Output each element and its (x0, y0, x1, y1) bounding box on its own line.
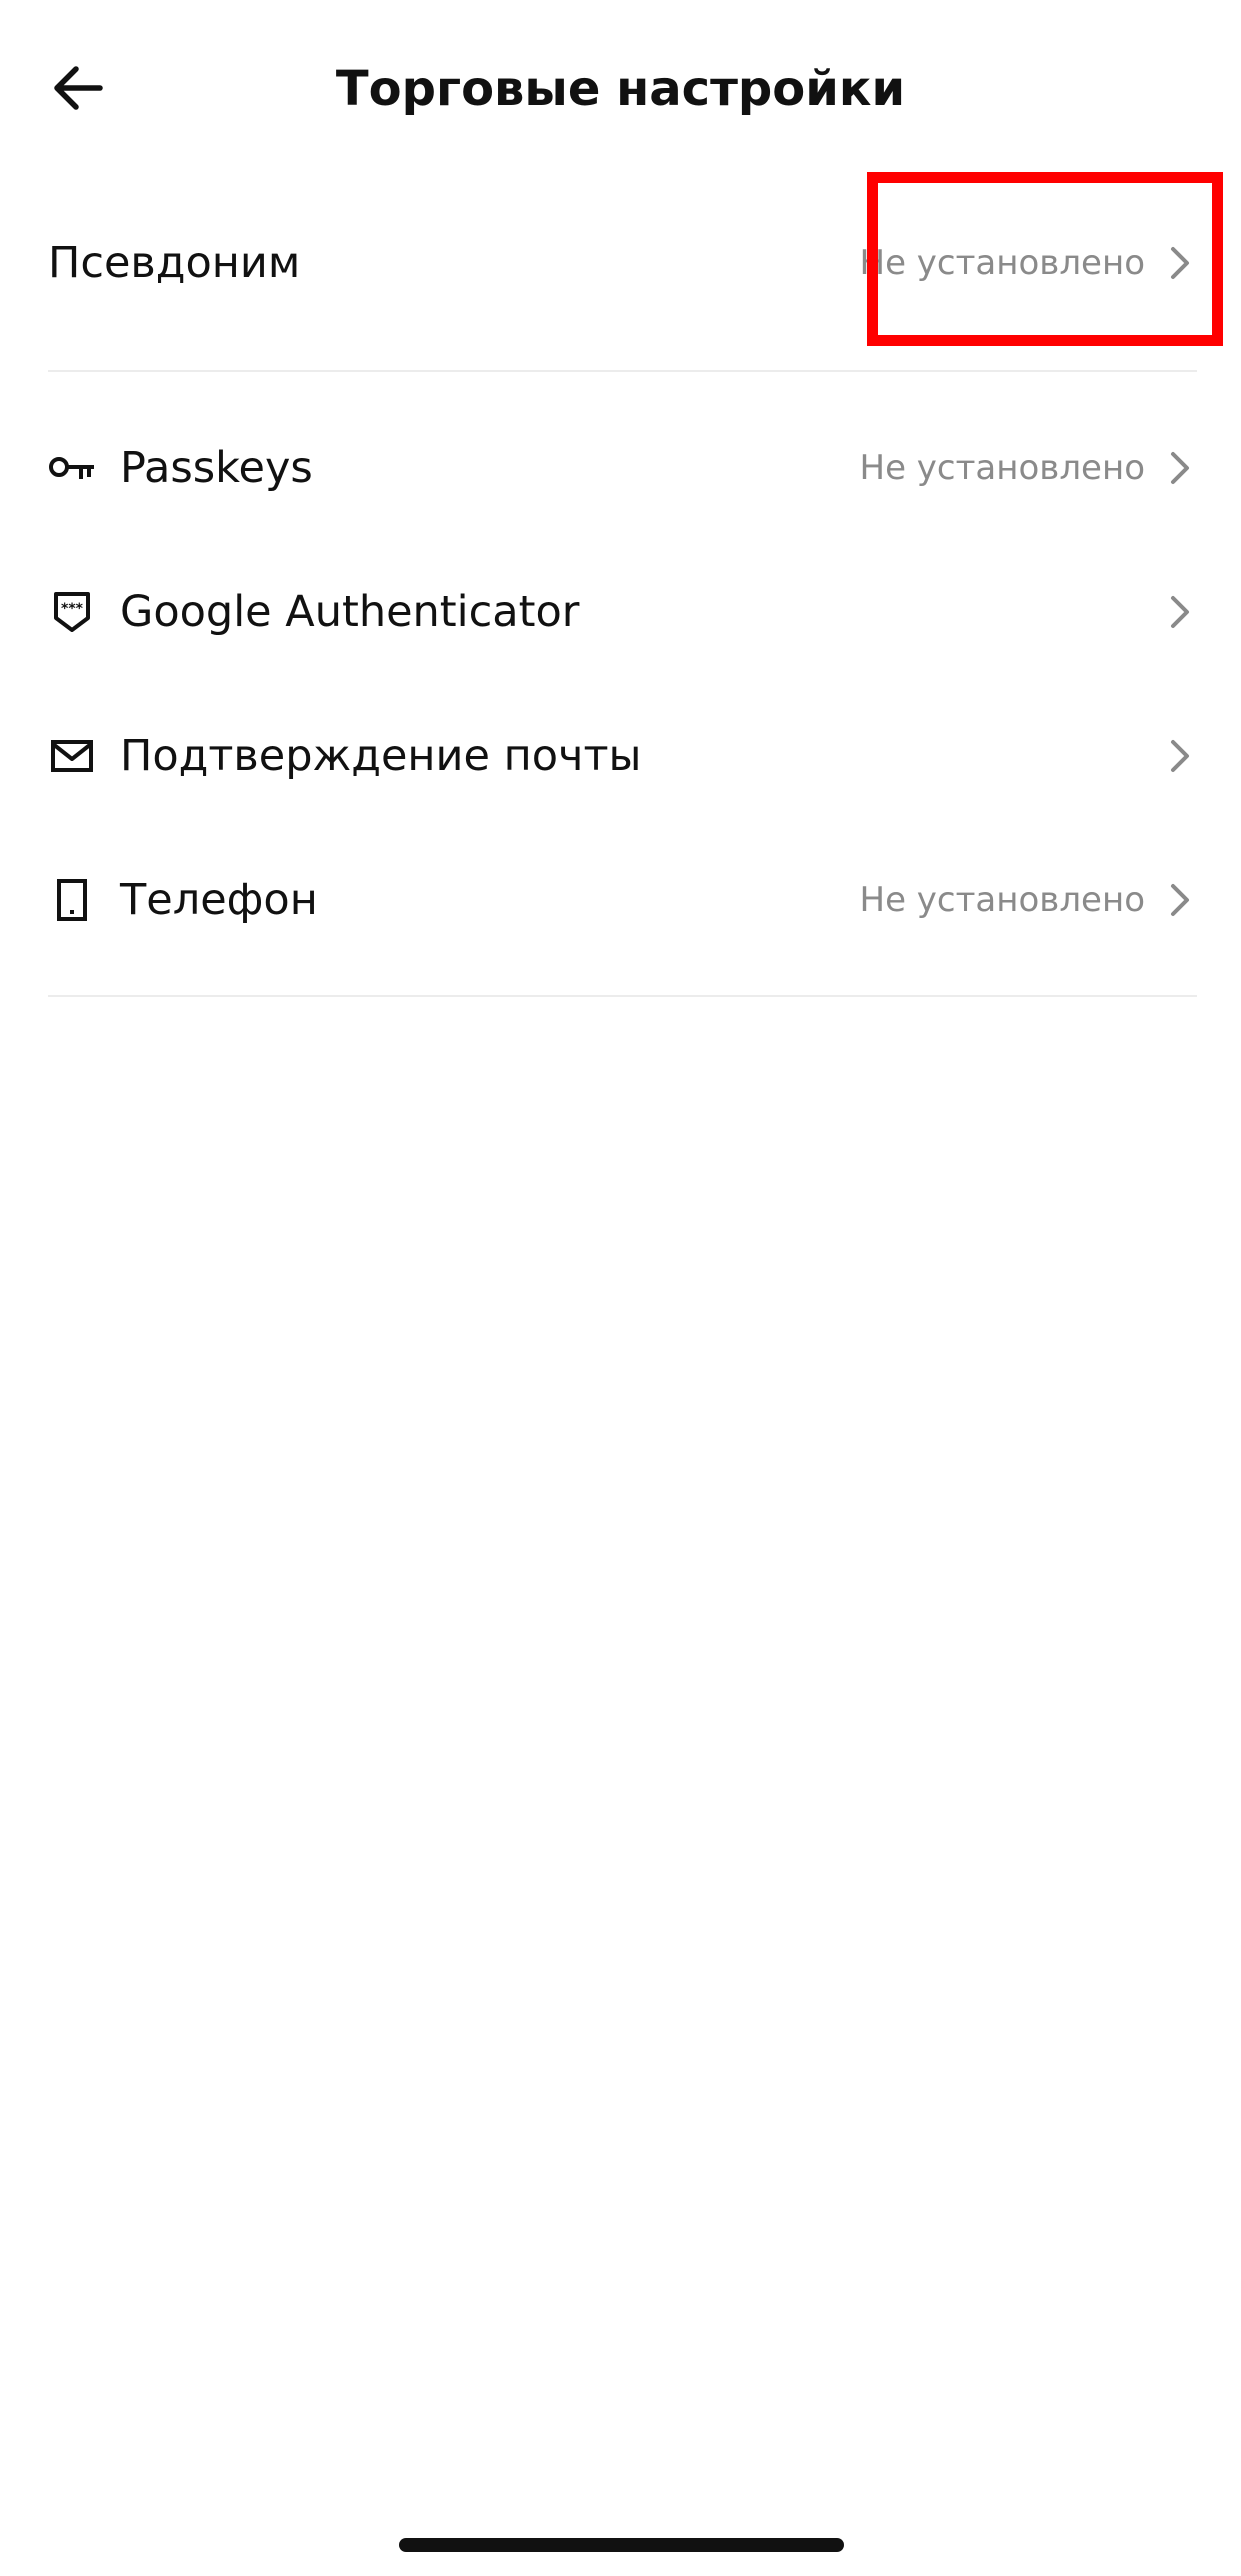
phone-icon (48, 876, 96, 924)
phone-label: Телефон (120, 875, 318, 925)
divider (48, 370, 1197, 372)
passkeys-label: Passkeys (120, 443, 313, 493)
google-authenticator-label: Google Authenticator (120, 587, 580, 637)
nickname-value: Не установлено (859, 243, 1146, 283)
shield-password-icon: *** (48, 588, 96, 636)
chevron-right-icon (1163, 588, 1197, 636)
chevron-right-icon (1163, 732, 1197, 780)
google-authenticator-row[interactable]: *** Google Authenticator (48, 575, 1197, 649)
header: Торговые настройки (0, 0, 1241, 176)
email-confirmation-right (1163, 732, 1197, 780)
divider (48, 995, 1197, 997)
passkeys-value: Не установлено (859, 448, 1146, 488)
envelope-icon (48, 732, 96, 780)
nickname-label: Псевдоним (48, 238, 301, 288)
passkeys-right: Не установлено (860, 444, 1198, 492)
google-authenticator-right (1163, 588, 1197, 636)
email-confirmation-row[interactable]: Подтверждение почты (48, 719, 1197, 793)
key-icon (48, 444, 96, 492)
home-indicator (399, 2538, 844, 2552)
phone-right: Не установлено (860, 876, 1198, 924)
nickname-row[interactable]: Псевдоним Не установлено (48, 226, 1197, 300)
chevron-right-icon (1163, 239, 1197, 287)
svg-text:***: *** (61, 601, 84, 617)
phone-value: Не установлено (859, 880, 1146, 920)
email-confirmation-label: Подтверждение почты (120, 731, 642, 781)
chevron-right-icon (1163, 876, 1197, 924)
phone-row[interactable]: Телефон Не установлено (48, 863, 1197, 937)
chevron-right-icon (1163, 444, 1197, 492)
passkeys-row[interactable]: Passkeys Не установлено (48, 431, 1197, 505)
nickname-right: Не установлено (860, 239, 1198, 287)
page-title: Торговые настройки (335, 61, 906, 117)
